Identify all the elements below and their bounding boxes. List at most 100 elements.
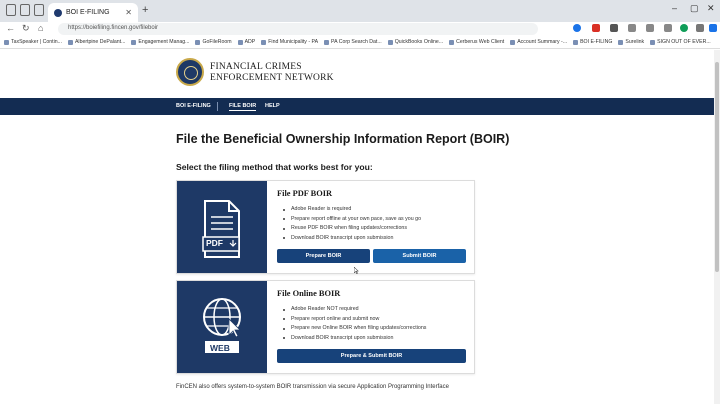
bookmark-label: Engagement Manag...: [138, 39, 190, 45]
url-input[interactable]: https://boiefiling.fincen.gov/fileboir: [58, 23, 538, 35]
bookmark-icon: [67, 39, 73, 45]
brand-line-2: ENFORCEMENT NETWORK: [210, 73, 334, 83]
favorites-icon[interactable]: [646, 24, 654, 32]
fincen-seal-logo[interactable]: [176, 58, 204, 86]
bookmark-label: TaxSpeaker | Contin...: [11, 39, 62, 45]
list-item: Reuse PDF BOIR when filing updates/corre…: [281, 224, 421, 234]
back-icon[interactable]: ←: [6, 23, 15, 33]
nav-help[interactable]: HELP: [265, 103, 280, 109]
pdf-icon-label: PDF: [206, 238, 223, 248]
new-tab-icon[interactable]: +: [142, 4, 148, 16]
bookmark-icon: [618, 39, 624, 45]
split-screen-icon[interactable]: [628, 24, 636, 32]
bookmark-label: BOI E-FILING: [580, 39, 613, 45]
bookmark-item[interactable]: QuickBooks Online...: [387, 39, 444, 45]
bookmark-label: Albertpine DePalant...: [74, 39, 126, 45]
window-menu-icon[interactable]: [6, 4, 16, 16]
web-page: FINANCIAL CRIMES ENFORCEMENT NETWORK BOI…: [0, 50, 714, 404]
bookmark-icon: [4, 39, 9, 45]
profile-avatar[interactable]: [680, 24, 688, 32]
bookmark-icon: [131, 39, 137, 45]
address-bar-row: ← ↻ ⌂ https://boiefiling.fincen.gov/file…: [0, 22, 720, 36]
list-item: Adobe Reader is required: [281, 205, 421, 215]
bookmark-icon: [387, 39, 393, 45]
favicon-icon: [54, 8, 62, 17]
submit-boir-button[interactable]: Submit BOIR: [373, 249, 466, 263]
online-card-graphic: WEB: [177, 281, 267, 373]
agency-name: FINANCIAL CRIMES ENFORCEMENT NETWORK: [210, 62, 334, 84]
bookmark-item[interactable]: Albertpine DePalant...: [67, 39, 126, 45]
bookmark-label: QuickBooks Online...: [394, 39, 444, 45]
nav-boi-efiling[interactable]: BOI E-FILING: [176, 103, 211, 109]
list-item: Prepare new Online BOIR when filing upda…: [281, 324, 426, 334]
bookmark-label: ADP: [244, 39, 256, 45]
url-text: https://boiefiling.fincen.gov/fileboir: [68, 25, 159, 31]
bookmark-icon: [261, 39, 267, 45]
more-menu-icon[interactable]: [696, 24, 704, 32]
collections-icon[interactable]: [664, 24, 672, 32]
bookmark-item[interactable]: TaxSpeaker | Contin...: [4, 39, 62, 45]
bookmark-item[interactable]: Surelink: [618, 39, 644, 45]
pdf-document-icon: [202, 200, 240, 258]
bookmark-item[interactable]: Account Summary -...: [510, 39, 567, 45]
tab-actions-icon[interactable]: [34, 4, 44, 16]
mouse-pointer-icon: [354, 267, 359, 274]
refresh-icon[interactable]: ↻: [22, 23, 30, 34]
online-boir-card: WEB File Online BOIR Adobe Reader NOT re…: [176, 280, 475, 374]
bookmark-label: Find Municipality - PA: [268, 39, 319, 45]
bookmark-item[interactable]: SIGN OUT OF EVER...: [650, 39, 711, 45]
bookmark-item[interactable]: PA Corp Search Dat...: [324, 39, 382, 45]
bookmark-item[interactable]: ADP: [237, 39, 256, 45]
prepare-submit-boir-button[interactable]: Prepare & Submit BOIR: [277, 349, 466, 363]
nav-divider: [217, 102, 218, 111]
brand-line-1: FINANCIAL CRIMES: [210, 62, 302, 72]
bookmark-label: Account Summary -...: [517, 39, 568, 45]
online-card-title: File Online BOIR: [277, 289, 341, 298]
copilot-icon[interactable]: [709, 24, 717, 32]
nav-file-boir[interactable]: FILE BOIR: [229, 103, 257, 111]
bookmark-icon: [650, 39, 656, 45]
pdf-card-title: File PDF BOIR: [277, 189, 333, 198]
bookmark-label: SIGN OUT OF EVER...: [657, 39, 711, 45]
online-card-features: Adobe Reader NOT required Prepare report…: [281, 305, 426, 343]
extension-icon[interactable]: [610, 24, 618, 32]
bookmark-icon: [237, 39, 243, 45]
bookmark-icon: [449, 39, 455, 45]
browser-window: BOI E-FILING ✕ + – ▢ ✕ ← ↻ ⌂ https://boi…: [0, 0, 720, 404]
favorite-star-icon[interactable]: [573, 24, 581, 32]
minimize-icon[interactable]: –: [672, 3, 677, 13]
bookmark-icon: [573, 39, 579, 45]
bookmark-label: Surelink: [625, 39, 645, 45]
scrollbar-thumb[interactable]: [715, 62, 719, 272]
bookmark-item[interactable]: Cerberus Web Client: [449, 39, 504, 45]
tab-title: BOI E-FILING: [66, 9, 110, 16]
page-scrollbar[interactable]: [714, 50, 720, 404]
prepare-boir-button[interactable]: Prepare BOIR: [277, 249, 370, 263]
bookmark-label: PA Corp Search Dat...: [331, 39, 382, 45]
bookmark-label: Cerberus Web Client: [456, 39, 505, 45]
bookmark-item[interactable]: Find Municipality - PA: [261, 39, 318, 45]
extension-icon[interactable]: [592, 24, 600, 32]
bookmark-icon: [195, 39, 201, 45]
close-window-icon[interactable]: ✕: [707, 3, 715, 14]
bookmark-item[interactable]: GoFileRoom: [195, 39, 232, 45]
list-item: Prepare report offline at your own pace,…: [281, 215, 421, 225]
bookmark-item[interactable]: Engagement Manag...: [131, 39, 189, 45]
maximize-icon[interactable]: ▢: [690, 3, 699, 14]
list-item: Prepare report online and submit now: [281, 315, 426, 325]
page-subtitle: Select the filing method that works best…: [176, 162, 373, 172]
list-item: Adobe Reader NOT required: [281, 305, 426, 315]
pdf-card-graphic: PDF: [177, 181, 267, 273]
bookmarks-bar: TaxSpeaker | Contin... Albertpine DePala…: [0, 36, 720, 49]
workspaces-icon[interactable]: [20, 4, 30, 16]
bookmark-label: GoFileRoom: [202, 39, 232, 45]
list-item: Download BOIR transcript upon submission: [281, 334, 426, 344]
home-icon[interactable]: ⌂: [38, 23, 43, 33]
tab-boi-efiling[interactable]: BOI E-FILING ✕: [48, 3, 138, 22]
bookmark-icon: [510, 39, 516, 45]
web-icon-label: WEB: [210, 342, 230, 353]
bookmark-item[interactable]: BOI E-FILING: [573, 39, 612, 45]
api-info-text: FinCEN also offers system-to-system BOIR…: [176, 384, 449, 390]
close-tab-icon[interactable]: ✕: [125, 8, 132, 17]
pdf-boir-card: PDF File PDF BOIR Adobe Reader is requir…: [176, 180, 475, 274]
